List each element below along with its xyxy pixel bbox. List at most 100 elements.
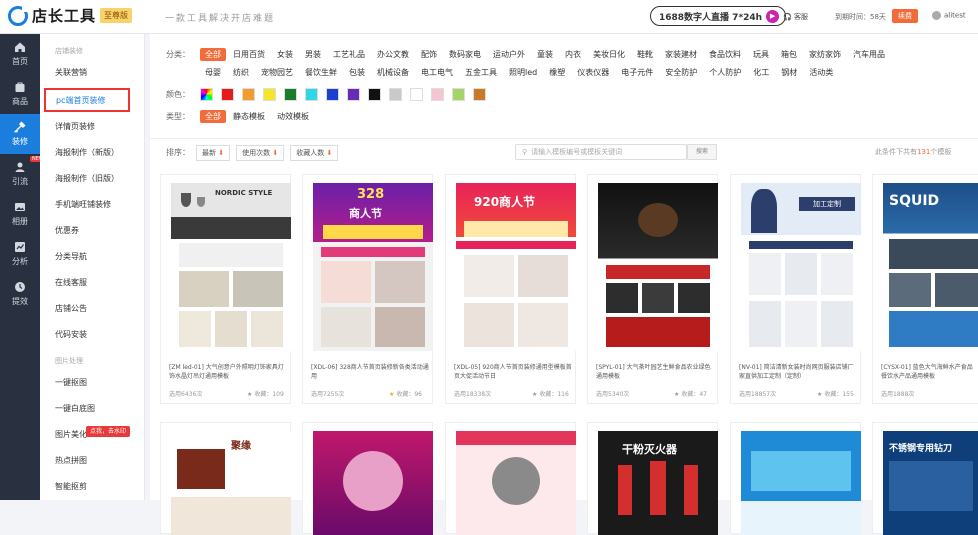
subnav-item-cutout[interactable]: 一键抠图: [40, 370, 144, 396]
subnav-item-white-bg[interactable]: 一键白底图: [40, 396, 144, 422]
category-option[interactable]: 宠物园艺: [256, 66, 298, 79]
template-card[interactable]: 不锈钢专用钻刀: [872, 422, 978, 535]
subnav-item-pc-homepage[interactable]: pc端首页装修: [44, 88, 130, 112]
category-option[interactable]: 工艺礼品: [328, 48, 370, 61]
category-option[interactable]: 机械设备: [372, 66, 414, 79]
category-option[interactable]: 童装: [532, 48, 558, 61]
subnav-item-beautify[interactable]: 图片美化 点我，去水印: [40, 422, 144, 448]
color-swatch[interactable]: [473, 88, 486, 101]
category-option[interactable]: 汽车用品: [848, 48, 890, 61]
logo[interactable]: 店长工具 至尊版: [8, 4, 133, 26]
category-option[interactable]: 餐饮生鲜: [300, 66, 342, 79]
template-favorites[interactable]: ★ 收藏：116: [532, 389, 569, 398]
category-option[interactable]: 办公文教: [372, 48, 414, 61]
watermark-tip[interactable]: 点我，去水印: [86, 426, 131, 437]
category-option[interactable]: 箱包: [776, 48, 802, 61]
category-option[interactable]: 配饰: [416, 48, 442, 61]
subnav-item-related-marketing[interactable]: 关联营销: [40, 60, 144, 86]
subnav-item-collage[interactable]: 热点拼图: [40, 448, 144, 474]
nav-album[interactable]: 相册: [0, 194, 40, 234]
category-option[interactable]: 包装: [344, 66, 370, 79]
template-favorites[interactable]: ★ 收藏：155: [817, 389, 854, 398]
template-search-input[interactable]: ⚲ 请输入模板编号或模板关键词: [515, 144, 687, 160]
nav-traffic[interactable]: 引流 NEW: [0, 154, 46, 194]
category-option[interactable]: 内衣: [560, 48, 586, 61]
category-option[interactable]: 纺织: [228, 66, 254, 79]
type-option-static[interactable]: 静态模板: [228, 110, 270, 123]
category-option[interactable]: 电工电气: [416, 66, 458, 79]
category-option[interactable]: 照明led: [504, 66, 542, 79]
renew-button[interactable]: 续费: [892, 9, 918, 23]
category-option[interactable]: 仪表仪器: [572, 66, 614, 79]
category-option[interactable]: 安全防护: [660, 66, 702, 79]
customer-service-link[interactable]: 🎧 客服: [783, 12, 808, 22]
template-card[interactable]: 干粉灭火器: [587, 422, 718, 535]
category-option[interactable]: 数码家电: [444, 48, 486, 61]
nav-analysis[interactable]: 分析: [0, 234, 40, 274]
subnav-item-announcement[interactable]: 店铺公告: [40, 296, 144, 322]
template-card[interactable]: [730, 422, 861, 535]
template-card[interactable]: NORDIC STYLE [ZM led-01] 大气创意户外照明灯饰家具灯饰水…: [160, 174, 291, 404]
template-card[interactable]: [445, 422, 576, 535]
category-option[interactable]: 橡塑: [544, 66, 570, 79]
category-option[interactable]: 个人防护: [704, 66, 746, 79]
category-option[interactable]: 家纺家饰: [804, 48, 846, 61]
color-swatch[interactable]: [410, 88, 423, 101]
category-option[interactable]: 男装: [300, 48, 326, 61]
template-card[interactable]: [SPYL-01] 大气茶叶园艺生鲜食品农业绿色通用模板 选用5340次 ★ 收…: [587, 174, 718, 404]
sort-newest-button[interactable]: 最新 ⬇: [196, 144, 231, 161]
template-card[interactable]: 920商人节 [XDL-05] 920商人节首页装修通用型模板首页大促活动节日 …: [445, 174, 576, 404]
color-swatch[interactable]: [242, 88, 255, 101]
color-swatch[interactable]: [389, 88, 402, 101]
template-card[interactable]: SQUID [CYSX-01] 蓝色大气海鲜水产食品餐饮水产品通用模板 选用18…: [872, 174, 978, 404]
category-option[interactable]: 母婴: [200, 66, 226, 79]
category-option[interactable]: 玩具: [748, 48, 774, 61]
subnav-item-mobile-shop[interactable]: 手机端旺铺装修: [40, 192, 144, 218]
color-swatch[interactable]: [284, 88, 297, 101]
live-stream-button[interactable]: 1688数字人直播 7*24h ▶: [650, 6, 787, 26]
color-swatch[interactable]: [452, 88, 465, 101]
subnav-item-code-install[interactable]: 代码安装: [40, 322, 144, 348]
template-card[interactable]: [302, 422, 433, 535]
type-option-animated[interactable]: 动效模板: [272, 110, 314, 123]
category-option[interactable]: 女装: [272, 48, 298, 61]
type-option-all[interactable]: 全部: [200, 110, 226, 123]
nav-decorate[interactable]: 装修: [0, 114, 40, 154]
subnav-item-detail-page[interactable]: 详情页装修: [40, 114, 144, 140]
category-option[interactable]: 美妆日化: [588, 48, 630, 61]
template-card[interactable]: 聚缘: [160, 422, 291, 535]
color-swatch[interactable]: [431, 88, 444, 101]
category-option[interactable]: 鞋靴: [632, 48, 658, 61]
sort-favorites-button[interactable]: 收藏人数 ⬇: [290, 144, 339, 161]
color-swatch[interactable]: [263, 88, 276, 101]
category-option[interactable]: 电子元件: [616, 66, 658, 79]
category-option[interactable]: 化工: [748, 66, 774, 79]
category-option[interactable]: 活动类: [804, 66, 838, 79]
subnav-item-poster-new[interactable]: 海报制作（新版）: [40, 140, 144, 166]
color-swatch[interactable]: [368, 88, 381, 101]
nav-efficiency[interactable]: 提效: [0, 274, 40, 314]
template-card[interactable]: 328 商人节 [XDL-06] 328商人节首页装修新各类活动通用 选用725…: [302, 174, 433, 404]
category-option[interactable]: 家装建材: [660, 48, 702, 61]
search-button[interactable]: 搜索: [687, 144, 717, 160]
subnav-item-smart-crop[interactable]: 智能抠剪: [40, 474, 144, 500]
subnav-item-online-service[interactable]: 在线客服: [40, 270, 144, 296]
color-swatch[interactable]: [221, 88, 234, 101]
subnav-item-poster-old[interactable]: 海报制作（旧版）: [40, 166, 144, 192]
color-swatch-all[interactable]: [200, 88, 213, 101]
template-favorites[interactable]: ★ 收藏：96: [389, 389, 422, 398]
category-option[interactable]: 运动户外: [488, 48, 530, 61]
template-favorites[interactable]: ★ 收藏：109: [247, 389, 284, 398]
sort-usage-button[interactable]: 使用次数 ⬇: [236, 144, 285, 161]
nav-goods[interactable]: 商品: [0, 74, 40, 114]
category-option[interactable]: 五金工具: [460, 66, 502, 79]
user-menu[interactable]: alitest: [932, 11, 966, 20]
nav-home[interactable]: 首页: [0, 34, 40, 74]
category-option[interactable]: 日用百货: [228, 48, 270, 61]
category-option[interactable]: 食品饮料: [704, 48, 746, 61]
subnav-item-coupon[interactable]: 优惠券: [40, 218, 144, 244]
category-option[interactable]: 全部: [200, 48, 226, 61]
template-favorites[interactable]: ★ 收藏：47: [674, 389, 707, 398]
color-swatch[interactable]: [347, 88, 360, 101]
subnav-item-category-nav[interactable]: 分类导航: [40, 244, 144, 270]
